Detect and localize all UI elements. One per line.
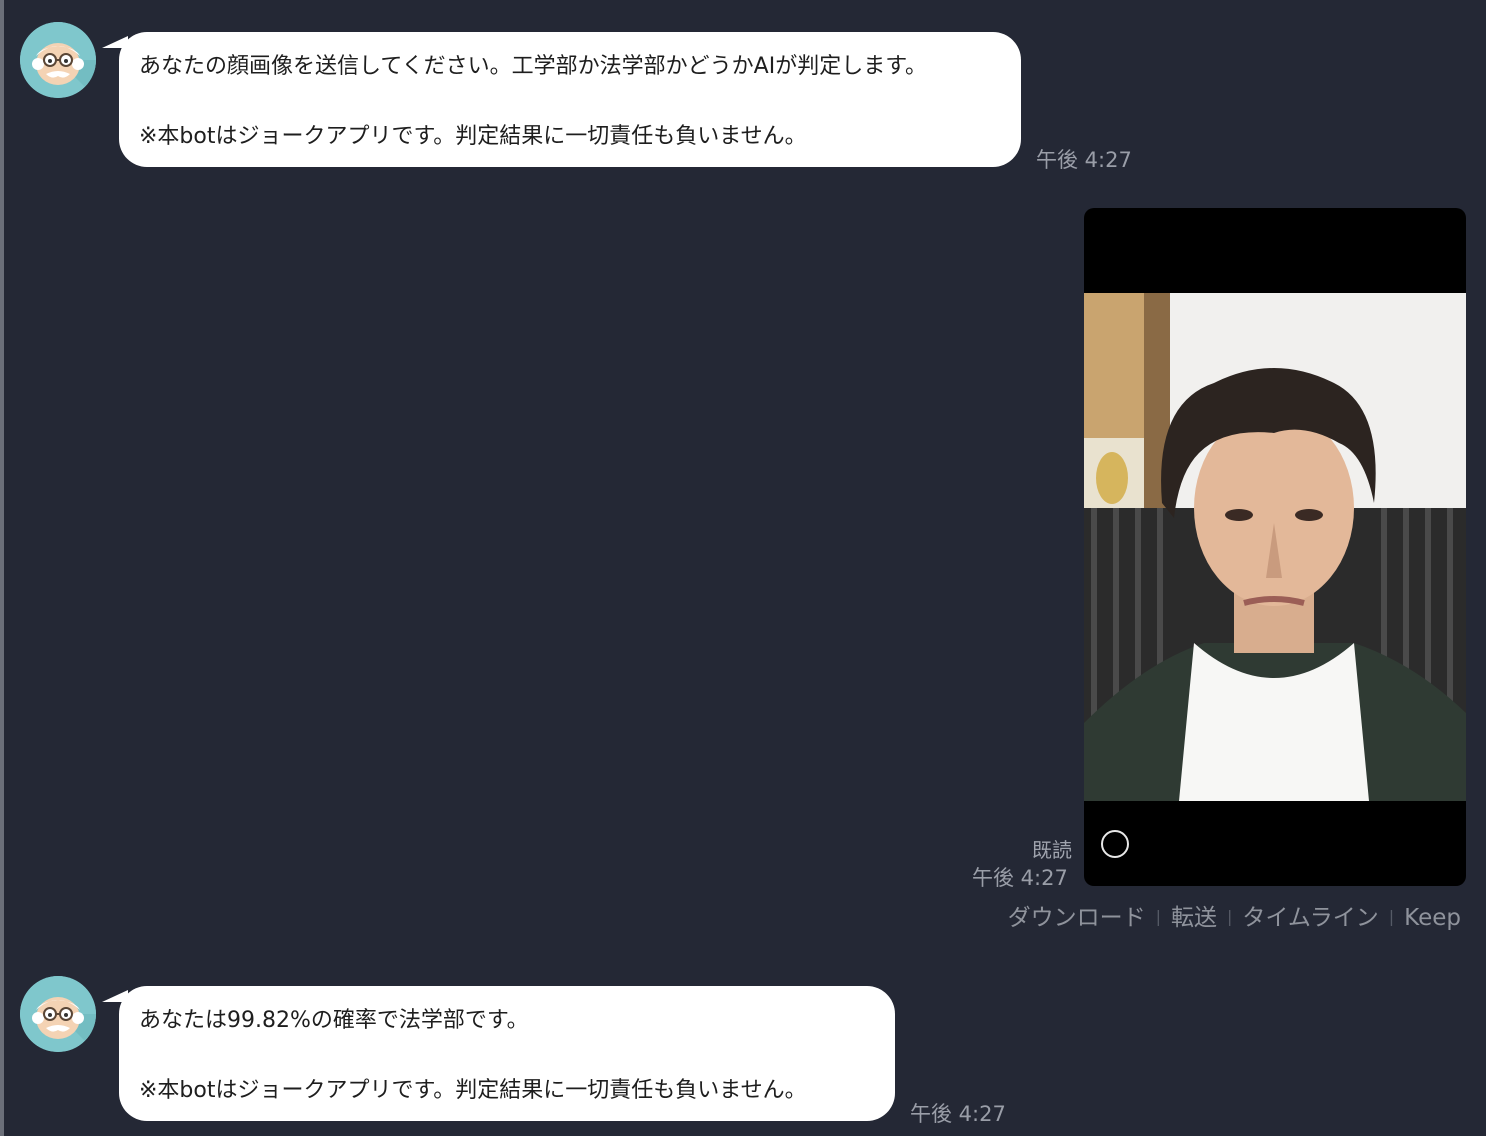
face-photo-image [1084, 293, 1466, 801]
read-label: 既読 [1032, 838, 1072, 862]
window-left-border [0, 0, 4, 1136]
message-timestamp: 午後 4:27 [972, 866, 1068, 890]
sent-photo[interactable] [1084, 208, 1466, 886]
image-action-bar: ダウンロード | 転送 | タイムライン | Keep [1007, 905, 1461, 931]
message-text: あなたは99.82%の確率で法学部です。 [139, 1008, 529, 1033]
message-text: あなたの顔画像を送信してください。工学部か法学部かどうかAIが判定します。 [139, 54, 928, 79]
message-timestamp: 午後 4:27 [1036, 148, 1132, 172]
bot-avatar-icon[interactable] [20, 976, 96, 1052]
circle-icon[interactable] [1101, 830, 1129, 858]
bot-avatar-icon[interactable] [20, 22, 96, 98]
message-text: ※本botはジョークアプリです。判定結果に一切責任も負いません。 [139, 1078, 807, 1103]
timeline-link[interactable]: タイムライン [1242, 905, 1378, 931]
message-text: ※本botはジョークアプリです。判定結果に一切責任も負いません。 [139, 124, 807, 149]
bot-message-bubble[interactable]: あなたは99.82%の確率で法学部です。 ※本botはジョークアプリです。判定結… [119, 986, 895, 1121]
download-link[interactable]: ダウンロード [1008, 905, 1146, 931]
forward-link[interactable]: 転送 [1171, 905, 1217, 931]
read-receipt: 既読 [960, 834, 1072, 863]
bot-message-bubble[interactable]: あなたの顔画像を送信してください。工学部か法学部かどうかAIが判定します。 ※本… [119, 32, 1021, 167]
message-timestamp: 午後 4:27 [910, 1102, 1006, 1126]
keep-link[interactable]: Keep [1404, 905, 1461, 931]
